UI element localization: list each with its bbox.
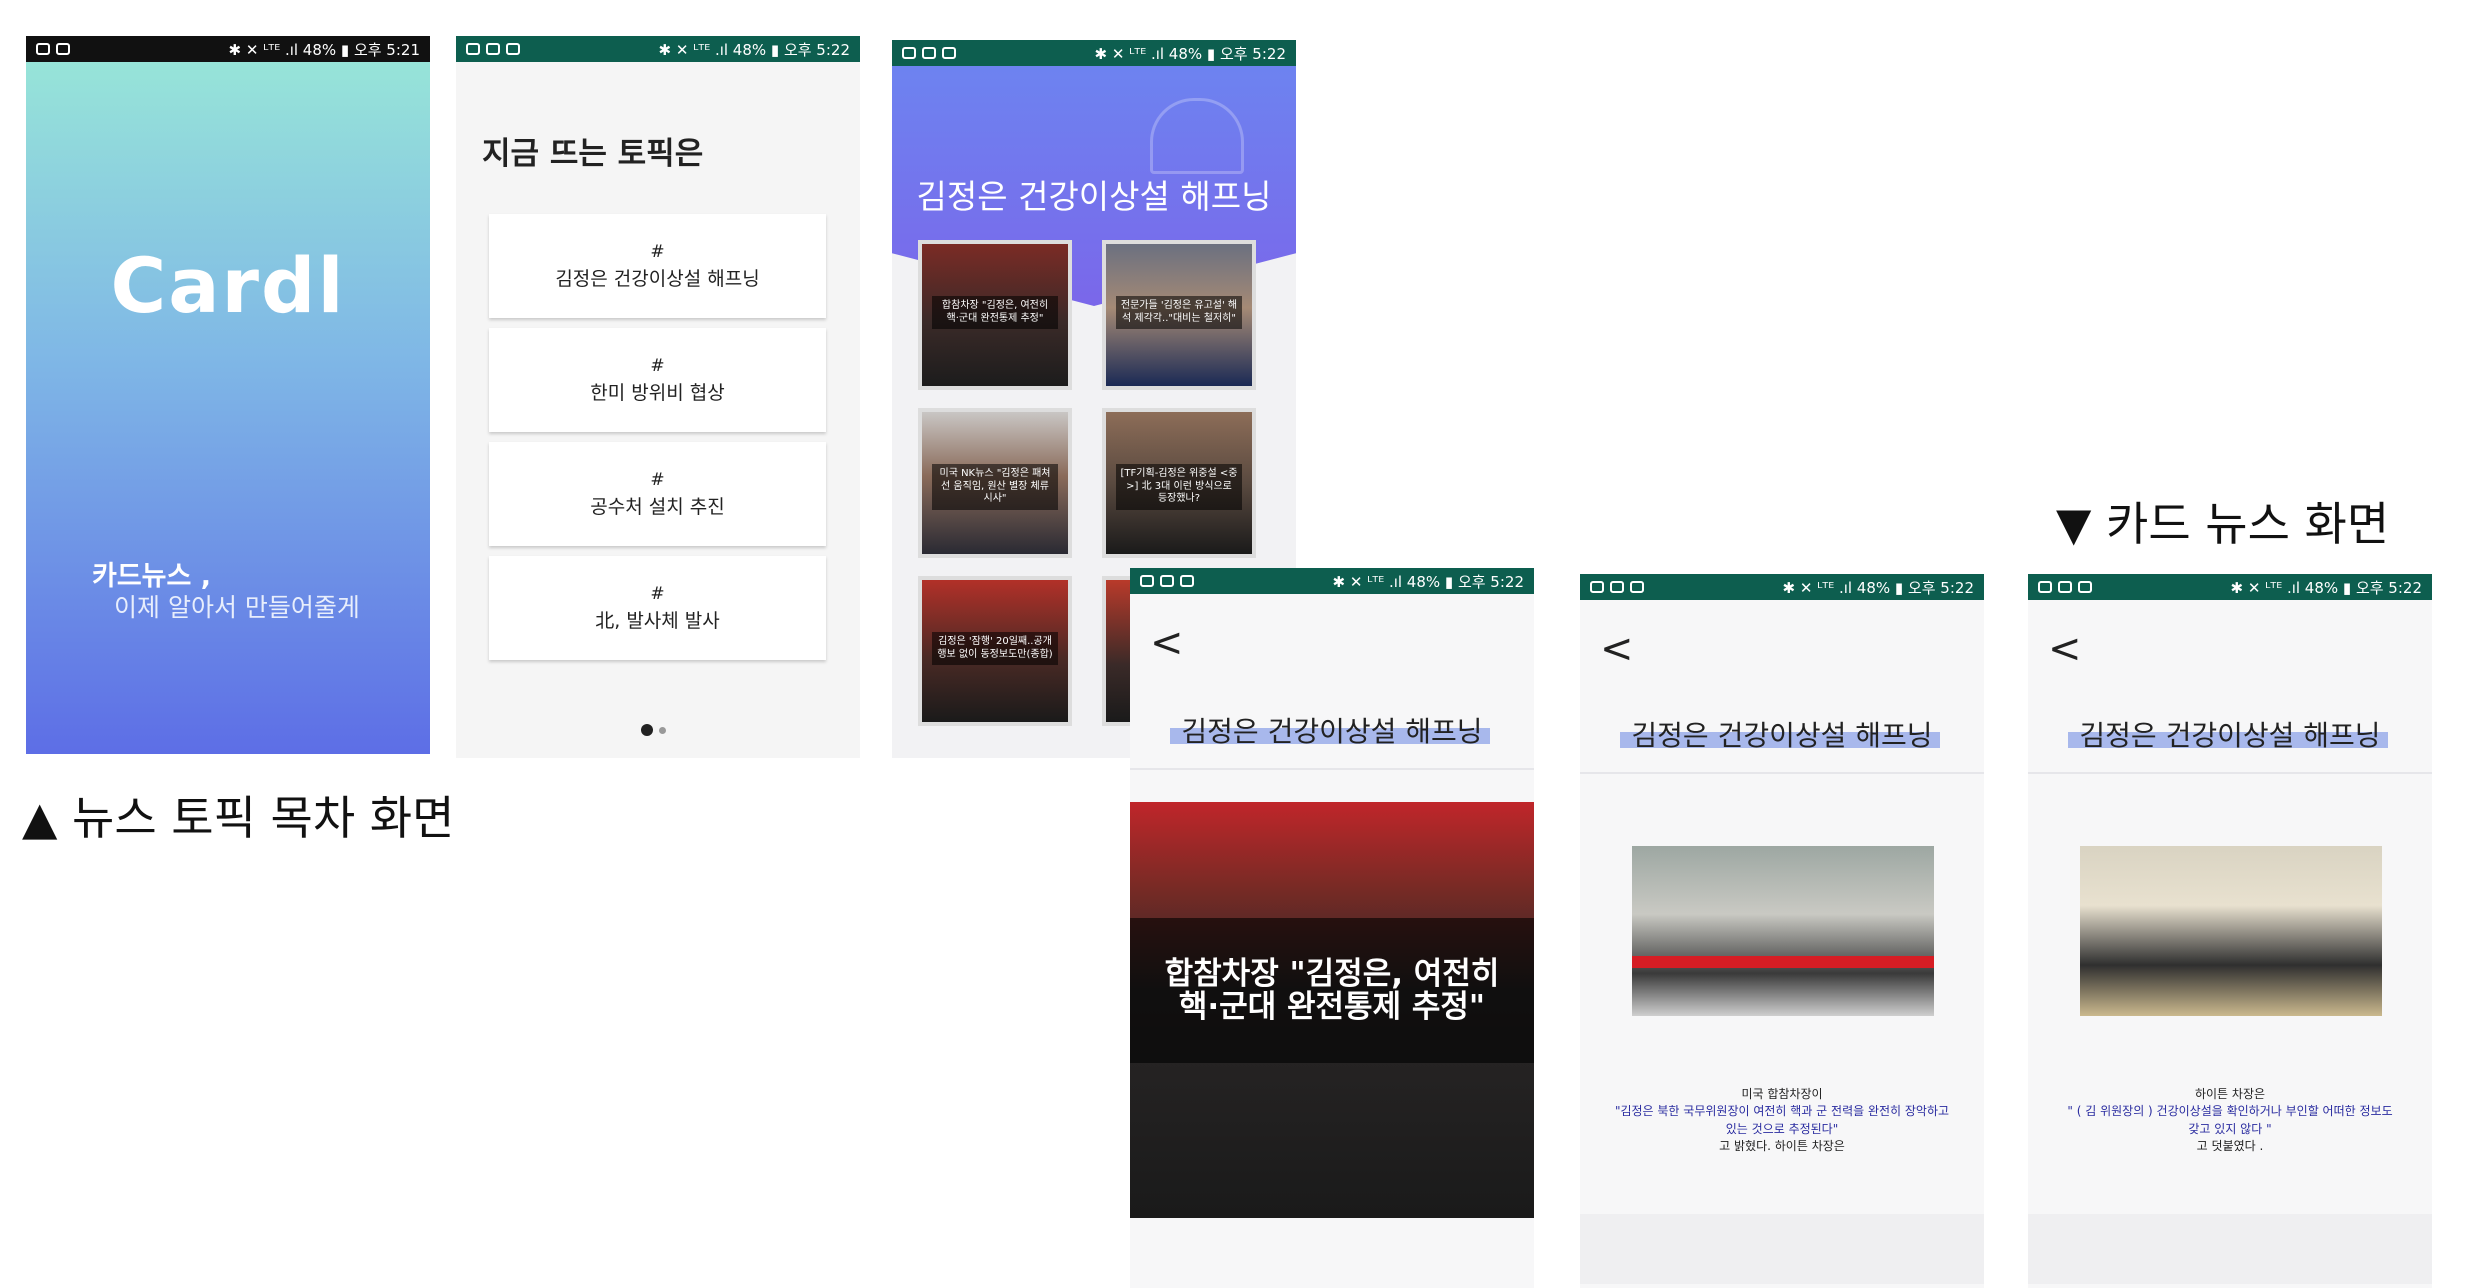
page-dot[interactable] [659, 726, 666, 734]
page-title: 지금 뜨는 토픽은 [482, 136, 704, 172]
news-caption: 합참차장 "김정은, 여전히 핵·군대 완전통제 추정" [932, 296, 1058, 329]
page-indicator[interactable] [641, 724, 666, 736]
divider [2028, 772, 2432, 774]
notification-icons [1590, 581, 1644, 593]
status-bar: ✱ ✕ ᴸᵀᴱ .ıl 48% ▮ 오후 5:22 [456, 36, 860, 62]
quote-line-3: 있는 것으로 추정된다" [1725, 1121, 1839, 1136]
news-caption: 전문가들 '김정은 유고설' 해석 제각각.."대비는 철저히" [1116, 296, 1242, 329]
hash-label: # [650, 583, 665, 604]
quote-line-2: "김정은 북한 국무위원장이 여전히 핵과 군 전력을 완전히 장악하고 [1614, 1104, 1950, 1119]
status-info: ✱ ✕ ᴸᵀᴱ .ıl 48% ▮ 오후 5:22 [658, 40, 851, 59]
news-thumb-3[interactable]: 미국 NK뉴스 "김정은 패쳐선 움직임, 원산 별장 체류 시사" [918, 408, 1072, 558]
status-info: ✱ ✕ ᴸᵀᴱ .ıl 48% ▮ 오후 5:22 [2230, 578, 2423, 597]
topic-list-screen: ✱ ✕ ᴸᵀᴱ .ıl 48% ▮ 오후 5:22 지금 뜨는 토픽은 # 김정… [456, 36, 860, 758]
quote-line-4: 고 덧붙였다 . [2196, 1139, 2264, 1154]
card-quote: 미국 합참차장이 "김정은 북한 국무위원장이 여전히 핵과 군 전력을 완전히… [1592, 1086, 1972, 1156]
news-thumb-1[interactable]: 합참차장 "김정은, 여전히 핵·군대 완전통제 추정" [918, 240, 1072, 390]
hash-label: # [650, 241, 665, 262]
notification-icons [466, 43, 520, 55]
news-photo [1632, 846, 1934, 1016]
topic-card-3[interactable]: # 공수처 설치 추진 [489, 442, 826, 546]
quote-line-3: 갖고 있지 않다 " [2188, 1121, 2272, 1136]
topic-card-2[interactable]: # 한미 방위비 협상 [489, 328, 826, 432]
hash-label: # [650, 469, 665, 490]
status-bar: ✱ ✕ ᴸᵀᴱ .ıl 48% ▮ 오후 5:22 [2028, 574, 2432, 600]
status-bar: ✱ ✕ ᴸᵀᴱ .ıl 48% ▮ 오후 5:22 [892, 40, 1296, 66]
card-news-screen-3: ✱ ✕ ᴸᵀᴱ .ıl 48% ▮ 오후 5:22 < 김정은 건강이상설 해프… [2028, 574, 2432, 1288]
quote-line-1: 하이튼 차장은 [2194, 1087, 2266, 1101]
status-bar: ✱ ✕ ᴸᵀᴱ .ıl 48% ▮ 오후 5:22 [1580, 574, 1984, 600]
topic-label: 北, 발사체 발사 [595, 609, 720, 632]
news-thumb-4[interactable]: [TF기획-김정은 위중설 <중>] 北 3대 이런 방식으로 등장했나? [1102, 408, 1256, 558]
news-photo [2080, 846, 2382, 1016]
topic-card-1[interactable]: # 김정은 건강이상설 해프닝 [489, 214, 826, 318]
caption-line-1: 합참차장 "김정은, 여전히 [1164, 956, 1500, 992]
back-button[interactable]: < [2048, 626, 2082, 672]
notification-icons [902, 47, 956, 59]
back-button[interactable]: < [1150, 620, 1184, 666]
status-info: ✱ ✕ ᴸᵀᴱ .ıl 48% ▮ 오후 5:21 [228, 40, 421, 59]
notification-icons [1140, 575, 1194, 587]
splash-tagline-subtitle: 이제 알아서 만들어줄게 [114, 593, 360, 622]
news-thumb-5[interactable]: 김정은 '잠행' 20일째..공개행보 없이 동정보도만(종합) [918, 576, 1072, 726]
news-caption: [TF기획-김정은 위중설 <중>] 北 3대 이런 방식으로 등장했나? [1116, 464, 1242, 510]
notification-icons [2038, 581, 2092, 593]
topic-label: 공수처 설치 추진 [590, 495, 725, 518]
divider [1130, 768, 1534, 770]
card-title: 김정은 건강이상설 해프닝 [1181, 715, 1483, 748]
app-logo: Cardl [110, 241, 346, 330]
news-photo: 합참차장 "김정은, 여전히 핵·군대 완전통제 추정" [1130, 802, 1534, 1218]
building-icon [1150, 98, 1244, 174]
quote-line-4: 고 밝혔다. 하이튼 차장은 [1719, 1139, 1845, 1154]
page-dot-active[interactable] [641, 724, 653, 736]
topic-title: 김정은 건강이상설 해프닝 [916, 177, 1272, 216]
card-quote: 하이튼 차장은 " ( 김 위원장의 ) 건강이상설을 확인하거나 부인할 어떠… [2040, 1086, 2420, 1156]
quote-line-2: " ( 김 위원장의 ) 건강이상설을 확인하거나 부인할 어떠한 정보도 [2067, 1104, 2393, 1119]
card-news-screen-1: ✱ ✕ ᴸᵀᴱ .ıl 48% ▮ 오후 5:22 < 김정은 건강이상설 해프… [1130, 568, 1534, 1288]
topic-screen-label: ▲ 뉴스 토픽 목차 화면 [22, 791, 455, 845]
divider [1580, 772, 1984, 774]
status-info: ✱ ✕ ᴸᵀᴱ .ıl 48% ▮ 오후 5:22 [1332, 572, 1525, 591]
footer-band [1580, 1214, 1984, 1284]
photo-caption: 합참차장 "김정은, 여전히 핵·군대 완전통제 추정" [1130, 918, 1534, 1064]
ribbon [1632, 956, 1934, 968]
status-info: ✱ ✕ ᴸᵀᴱ .ıl 48% ▮ 오후 5:22 [1782, 578, 1975, 597]
news-caption: 김정은 '잠행' 20일째..공개행보 없이 동정보도만(종합) [932, 632, 1058, 665]
hash-label: # [650, 355, 665, 376]
status-info: ✱ ✕ ᴸᵀᴱ .ıl 48% ▮ 오후 5:22 [1094, 44, 1287, 63]
topic-label: 한미 방위비 협상 [590, 381, 725, 404]
news-caption: 미국 NK뉴스 "김정은 패쳐선 움직임, 원산 별장 체류 시사" [932, 464, 1058, 510]
caption-line-2: 핵·군대 완전통제 추정" [1178, 988, 1486, 1025]
topic-card-4[interactable]: # 北, 발사체 발사 [489, 556, 826, 660]
card-news-screen-2: ✱ ✕ ᴸᵀᴱ .ıl 48% ▮ 오후 5:22 < 김정은 건강이상설 해프… [1580, 574, 1984, 1288]
status-bar: ✱ ✕ ᴸᵀᴱ .ıl 48% ▮ 오후 5:22 [1130, 568, 1534, 594]
notification-icons [36, 43, 70, 55]
back-button[interactable]: < [1600, 626, 1634, 672]
status-bar: ✱ ✕ ᴸᵀᴱ .ıl 48% ▮ 오후 5:21 [26, 36, 430, 62]
splash-screen: ✱ ✕ ᴸᵀᴱ .ıl 48% ▮ 오후 5:21 Cardl 카드뉴스 , 이… [26, 36, 430, 754]
topic-label: 김정은 건강이상설 해프닝 [555, 267, 760, 290]
news-thumb-2[interactable]: 전문가들 '김정은 유고설' 해석 제각각.."대비는 철저히" [1102, 240, 1256, 390]
card-title: 김정은 건강이상설 해프닝 [2079, 719, 2381, 752]
quote-line-1: 미국 합참차장이 [1741, 1087, 1823, 1101]
card-screen-label: ▼ 카드 뉴스 화면 [2056, 497, 2390, 551]
footer-band [2028, 1214, 2432, 1284]
card-title: 김정은 건강이상설 해프닝 [1631, 719, 1933, 752]
